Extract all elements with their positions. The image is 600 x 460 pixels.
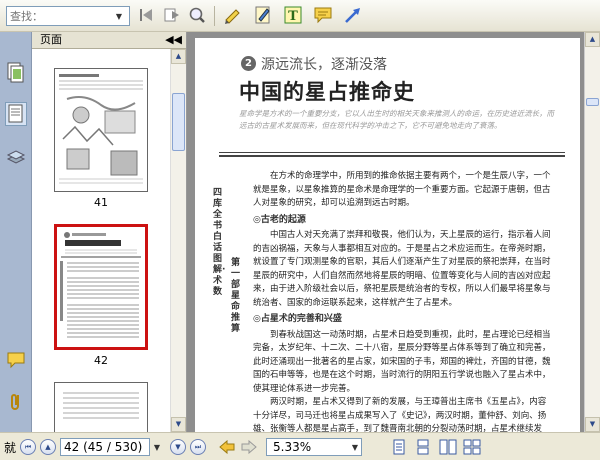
section-heading: ◎古老的起源	[253, 214, 306, 225]
chapter-subtitle: 源远流长，逐渐没落	[261, 57, 387, 73]
last-page-button[interactable]: ⏭	[190, 438, 206, 456]
previous-page-icon: ▲	[40, 439, 56, 455]
back-arrow-icon	[219, 440, 235, 454]
scroll-down-icon[interactable]: ▼	[585, 417, 600, 432]
pages-panel: 页面 ◀◀ 41 42 ▲ ▼	[32, 32, 187, 442]
note-edit-icon[interactable]	[252, 4, 274, 26]
forward-button[interactable]	[240, 438, 258, 456]
status-icon: 就	[3, 440, 16, 455]
paragraph: 中国古人对天充满了崇拜和敬畏，他们认为，天上星辰的运行，指示着人间的吉凶祸福，天…	[253, 230, 551, 308]
chapter-title: 中国的星占推命史	[239, 79, 415, 104]
toolbar: ▼ T	[0, 0, 600, 32]
first-page-icon[interactable]	[136, 4, 158, 26]
search-input[interactable]	[7, 8, 111, 24]
pages-panel-scrollbar[interactable]: ▲ ▼	[170, 49, 186, 432]
status-bar: 就 ⏮ ▲ 42 (45 / 530) ▼ ▼ ⏭ 5.33% ▼	[0, 432, 600, 460]
search-box[interactable]: ▼	[6, 6, 130, 26]
highlight-icon[interactable]	[222, 4, 244, 26]
divider	[219, 155, 565, 157]
collapse-panel-icon[interactable]: ◀◀	[165, 32, 182, 48]
next-page-icon[interactable]	[161, 4, 183, 26]
pages-panel-header: 页面 ◀◀	[32, 32, 186, 49]
svg-text:T: T	[288, 9, 298, 24]
continuous-page-icon	[417, 439, 429, 455]
facing-pages-view-button[interactable]	[438, 438, 458, 456]
page-thumbnail-41[interactable]	[54, 68, 148, 192]
chevron-down-icon[interactable]: ▼	[111, 7, 127, 25]
continuous-view-button[interactable]	[414, 438, 432, 456]
next-page-icon: ▼	[170, 439, 186, 455]
next-page-button[interactable]: ▼	[170, 438, 186, 456]
paragraph: 到春秋战国这一动荡时期，占星术日趋受到重视，此时，星占理论已经相当完备，太岁纪年…	[253, 329, 551, 394]
last-page-icon: ⏭	[190, 439, 206, 455]
page-number-field[interactable]: 42 (45 / 530)	[60, 438, 150, 456]
scrollbar-thumb[interactable]	[172, 93, 185, 151]
pages-panel-title: 页面	[40, 33, 62, 46]
navigation-strip	[0, 32, 32, 432]
zoom-icon[interactable]	[186, 4, 208, 26]
divider	[219, 152, 565, 153]
comments-panel-icon[interactable]	[5, 348, 27, 372]
back-button[interactable]	[218, 438, 236, 456]
scrollbar-thumb[interactable]	[586, 98, 599, 106]
paragraph: 两汉时期，星占术又得到了新的发展，与王璋普出主席书《五星占》，内容十分详尽，司马…	[253, 397, 547, 432]
comment-icon[interactable]	[312, 4, 334, 26]
chevron-down-icon[interactable]: ▼	[348, 439, 362, 455]
part-side-text: 第一部 星命推算	[231, 258, 241, 334]
toolbar-separator	[214, 6, 215, 26]
facing-pages-icon	[439, 439, 457, 455]
scroll-down-icon[interactable]: ▼	[171, 417, 186, 432]
document-body: 在方术的命理学中，所用到的推命依据主要有两个，一个是生辰八字，一个就是星象，以星…	[253, 170, 553, 432]
previous-page-button[interactable]: ▲	[40, 438, 56, 456]
chevron-down-icon[interactable]: ▼	[150, 439, 164, 455]
layers-panel-icon[interactable]	[5, 144, 27, 168]
chapter-intro: 星命学是方术的一个重要分支，它以人出生时的相关天象来推测人的命运，在历史进近流长…	[239, 109, 554, 130]
page-thumbnail-label: 42	[94, 354, 108, 367]
scroll-up-icon[interactable]: ▲	[585, 32, 600, 47]
section-heading: ◎占星术的完善和兴盛	[253, 314, 342, 324]
bookmarks-panel-icon[interactable]	[5, 102, 27, 126]
document-scrollbar[interactable]: ▲ ▼	[584, 32, 600, 432]
forward-arrow-icon	[241, 440, 257, 454]
first-page-button[interactable]: ⏮	[20, 438, 36, 456]
text-tool-icon[interactable]: T	[282, 4, 304, 26]
page-thumbnail-42[interactable]	[54, 224, 148, 350]
document-page: 2 源远流长，逐渐没落 中国的星占推命史 星命学是方术的一个重要分支，它以人出生…	[195, 38, 580, 432]
pages-panel-icon[interactable]	[5, 60, 27, 84]
page-thumbnail-label: 41	[94, 196, 108, 209]
first-page-icon: ⏮	[20, 439, 36, 455]
scroll-up-icon[interactable]: ▲	[171, 49, 186, 64]
single-page-icon	[393, 439, 405, 455]
book-series-side-text: 四库全书白话图解·术数	[213, 188, 226, 297]
chapter-number-badge: 2	[241, 56, 256, 71]
continuous-facing-view-button[interactable]	[462, 438, 482, 456]
arrow-icon[interactable]	[342, 4, 364, 26]
document-view: 2 源远流长，逐渐没落 中国的星占推命史 星命学是方术的一个重要分支，它以人出生…	[187, 32, 600, 432]
attachments-panel-icon[interactable]	[5, 390, 27, 414]
continuous-facing-icon	[463, 439, 481, 455]
single-page-view-button[interactable]	[390, 438, 408, 456]
paragraph: 在方术的命理学中，所用到的推命依据主要有两个，一个是生辰八字，一个就是星象，以星…	[253, 171, 551, 208]
